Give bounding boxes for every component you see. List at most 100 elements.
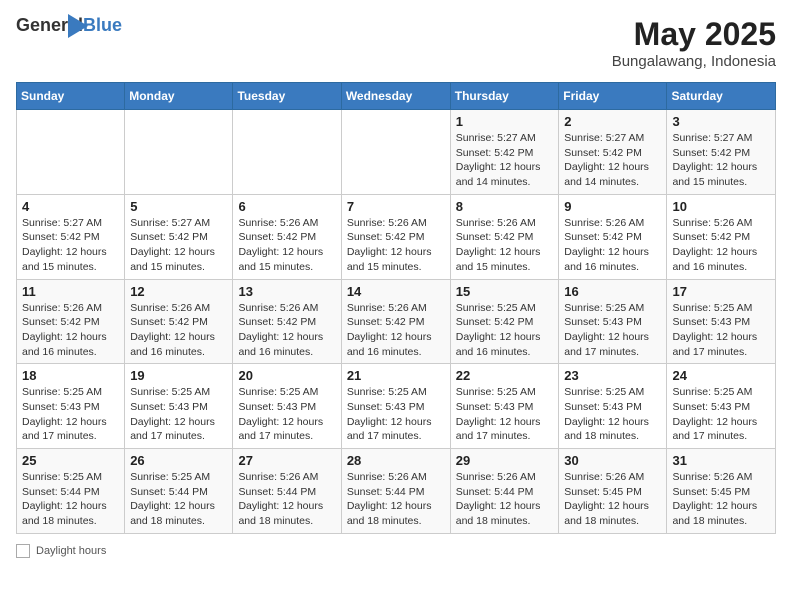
day-info: Sunrise: 5:26 AMSunset: 5:42 PMDaylight:… (564, 216, 661, 275)
weekday-saturday: Saturday (667, 83, 776, 110)
weekday-friday: Friday (559, 83, 667, 110)
day-number: 8 (456, 199, 554, 214)
day-number: 31 (672, 453, 770, 468)
calendar-cell: 30 Sunrise: 5:26 AMSunset: 5:45 PMDayligh… (559, 449, 667, 534)
day-info: Sunrise: 5:26 AMSunset: 5:42 PMDaylight:… (347, 216, 445, 275)
day-number: 28 (347, 453, 445, 468)
calendar-cell: 8 Sunrise: 5:26 AMSunset: 5:42 PMDaylight… (450, 194, 559, 279)
calendar-week-5: 25 Sunrise: 5:25 AMSunset: 5:44 PMDayligh… (17, 449, 776, 534)
calendar-cell (341, 110, 450, 195)
calendar-cell: 25 Sunrise: 5:25 AMSunset: 5:44 PMDayligh… (17, 449, 125, 534)
weekday-tuesday: Tuesday (233, 83, 341, 110)
calendar-week-1: 1Sunrise: 5:27 AMSunset: 5:42 PMDaylight… (17, 110, 776, 195)
calendar-cell (125, 110, 233, 195)
day-info: Sunrise: 5:25 AMSunset: 5:43 PMDaylight:… (672, 385, 770, 444)
day-number: 7 (347, 199, 445, 214)
day-number: 22 (456, 368, 554, 383)
day-number: 14 (347, 284, 445, 299)
day-info: Sunrise: 5:25 AMSunset: 5:43 PMDaylight:… (564, 385, 661, 444)
day-number: 10 (672, 199, 770, 214)
daylight-label: Daylight hours (36, 545, 106, 557)
day-number: 9 (564, 199, 661, 214)
day-info: Sunrise: 5:26 AMSunset: 5:42 PMDaylight:… (456, 216, 554, 275)
calendar-cell: 9 Sunrise: 5:26 AMSunset: 5:42 PMDaylight… (559, 194, 667, 279)
day-info: Sunrise: 5:26 AMSunset: 5:42 PMDaylight:… (238, 301, 335, 360)
title-block: May 2025 Bungalawang, Indonesia (612, 16, 776, 70)
day-info: Sunrise: 5:26 AMSunset: 5:45 PMDaylight:… (564, 470, 661, 529)
day-info: Sunrise: 5:26 AMSunset: 5:42 PMDaylight:… (347, 301, 445, 360)
calendar-cell: 12 Sunrise: 5:26 AMSunset: 5:42 PMDayligh… (125, 279, 233, 364)
day-info: Sunrise: 5:25 AMSunset: 5:43 PMDaylight:… (456, 385, 554, 444)
calendar-week-2: 4 Sunrise: 5:27 AMSunset: 5:42 PMDaylight… (17, 194, 776, 279)
page-title: May 2025 (612, 16, 776, 53)
weekday-sunday: Sunday (17, 83, 125, 110)
calendar-cell: 28 Sunrise: 5:26 AMSunset: 5:44 PMDayligh… (341, 449, 450, 534)
calendar-cell: 17Sunrise: 5:25 AMSunset: 5:43 PMDayligh… (667, 279, 776, 364)
day-number: 13 (238, 284, 335, 299)
day-number: 27 (238, 453, 335, 468)
day-info: Sunrise: 5:27 AMSunset: 5:42 PMDaylight:… (22, 216, 119, 275)
page-header: GeneralBlue May 2025 Bungalawang, Indone… (16, 16, 776, 70)
calendar-cell: 29 Sunrise: 5:26 AMSunset: 5:44 PMDayligh… (450, 449, 559, 534)
footer: Daylight hours (16, 544, 776, 558)
calendar-cell: 21Sunrise: 5:25 AMSunset: 5:43 PMDayligh… (341, 364, 450, 449)
calendar-cell: 31 Sunrise: 5:26 AMSunset: 5:45 PMDayligh… (667, 449, 776, 534)
calendar-cell: 20Sunrise: 5:25 AMSunset: 5:43 PMDayligh… (233, 364, 341, 449)
day-number: 4 (22, 199, 119, 214)
day-number: 15 (456, 284, 554, 299)
day-number: 21 (347, 368, 445, 383)
day-info: Sunrise: 5:25 AMSunset: 5:43 PMDaylight:… (564, 301, 661, 360)
logo-blue: Blue (83, 15, 122, 35)
day-info: Sunrise: 5:26 AMSunset: 5:44 PMDaylight:… (347, 470, 445, 529)
day-info: Sunrise: 5:26 AMSunset: 5:42 PMDaylight:… (130, 301, 227, 360)
calendar-cell: 13 Sunrise: 5:26 AMSunset: 5:42 PMDayligh… (233, 279, 341, 364)
calendar-cell: 1Sunrise: 5:27 AMSunset: 5:42 PMDaylight… (450, 110, 559, 195)
calendar-cell: 2Sunrise: 5:27 AMSunset: 5:42 PMDaylight… (559, 110, 667, 195)
day-info: Sunrise: 5:26 AMSunset: 5:42 PMDaylight:… (22, 301, 119, 360)
day-info: Sunrise: 5:27 AMSunset: 5:42 PMDaylight:… (456, 131, 554, 190)
calendar-week-3: 11 Sunrise: 5:26 AMSunset: 5:42 PMDayligh… (17, 279, 776, 364)
day-number: 3 (672, 114, 770, 129)
calendar-cell: 6 Sunrise: 5:26 AMSunset: 5:42 PMDaylight… (233, 194, 341, 279)
day-number: 23 (564, 368, 661, 383)
weekday-thursday: Thursday (450, 83, 559, 110)
day-number: 12 (130, 284, 227, 299)
page-subtitle: Bungalawang, Indonesia (612, 53, 776, 70)
day-info: Sunrise: 5:27 AMSunset: 5:42 PMDaylight:… (672, 131, 770, 190)
day-number: 25 (22, 453, 119, 468)
day-info: Sunrise: 5:26 AMSunset: 5:42 PMDaylight:… (238, 216, 335, 275)
calendar-cell: 16 Sunrise: 5:25 AMSunset: 5:43 PMDayligh… (559, 279, 667, 364)
calendar-cell: 4 Sunrise: 5:27 AMSunset: 5:42 PMDaylight… (17, 194, 125, 279)
day-number: 29 (456, 453, 554, 468)
day-number: 26 (130, 453, 227, 468)
day-info: Sunrise: 5:26 AMSunset: 5:42 PMDaylight:… (672, 216, 770, 275)
calendar-cell: 7 Sunrise: 5:26 AMSunset: 5:42 PMDaylight… (341, 194, 450, 279)
day-info: Sunrise: 5:26 AMSunset: 5:45 PMDaylight:… (672, 470, 770, 529)
calendar-cell: 24 Sunrise: 5:25 AMSunset: 5:43 PMDayligh… (667, 364, 776, 449)
calendar-cell: 15 Sunrise: 5:25 AMSunset: 5:42 PMDayligh… (450, 279, 559, 364)
calendar-cell: 23 Sunrise: 5:25 AMSunset: 5:43 PMDayligh… (559, 364, 667, 449)
day-number: 24 (672, 368, 770, 383)
day-number: 5 (130, 199, 227, 214)
calendar-cell: 5Sunrise: 5:27 AMSunset: 5:42 PMDaylight… (125, 194, 233, 279)
logo-icon (68, 14, 88, 38)
calendar-cell: 27Sunrise: 5:26 AMSunset: 5:44 PMDayligh… (233, 449, 341, 534)
calendar-cell: 14 Sunrise: 5:26 AMSunset: 5:42 PMDayligh… (341, 279, 450, 364)
day-number: 30 (564, 453, 661, 468)
weekday-monday: Monday (125, 83, 233, 110)
day-info: Sunrise: 5:25 AMSunset: 5:42 PMDaylight:… (456, 301, 554, 360)
weekday-row: SundayMondayTuesdayWednesdayThursdayFrid… (17, 83, 776, 110)
calendar-table: SundayMondayTuesdayWednesdayThursdayFrid… (16, 82, 776, 534)
day-info: Sunrise: 5:25 AMSunset: 5:44 PMDaylight:… (22, 470, 119, 529)
day-info: Sunrise: 5:26 AMSunset: 5:44 PMDaylight:… (456, 470, 554, 529)
day-number: 18 (22, 368, 119, 383)
calendar-cell: 3 Sunrise: 5:27 AMSunset: 5:42 PMDaylight… (667, 110, 776, 195)
day-info: Sunrise: 5:25 AMSunset: 5:43 PMDaylight:… (130, 385, 227, 444)
day-number: 11 (22, 284, 119, 299)
day-info: Sunrise: 5:25 AMSunset: 5:43 PMDaylight:… (672, 301, 770, 360)
day-number: 16 (564, 284, 661, 299)
day-number: 6 (238, 199, 335, 214)
calendar-header: SundayMondayTuesdayWednesdayThursdayFrid… (17, 83, 776, 110)
day-info: Sunrise: 5:25 AMSunset: 5:44 PMDaylight:… (130, 470, 227, 529)
calendar-cell: 11 Sunrise: 5:26 AMSunset: 5:42 PMDayligh… (17, 279, 125, 364)
